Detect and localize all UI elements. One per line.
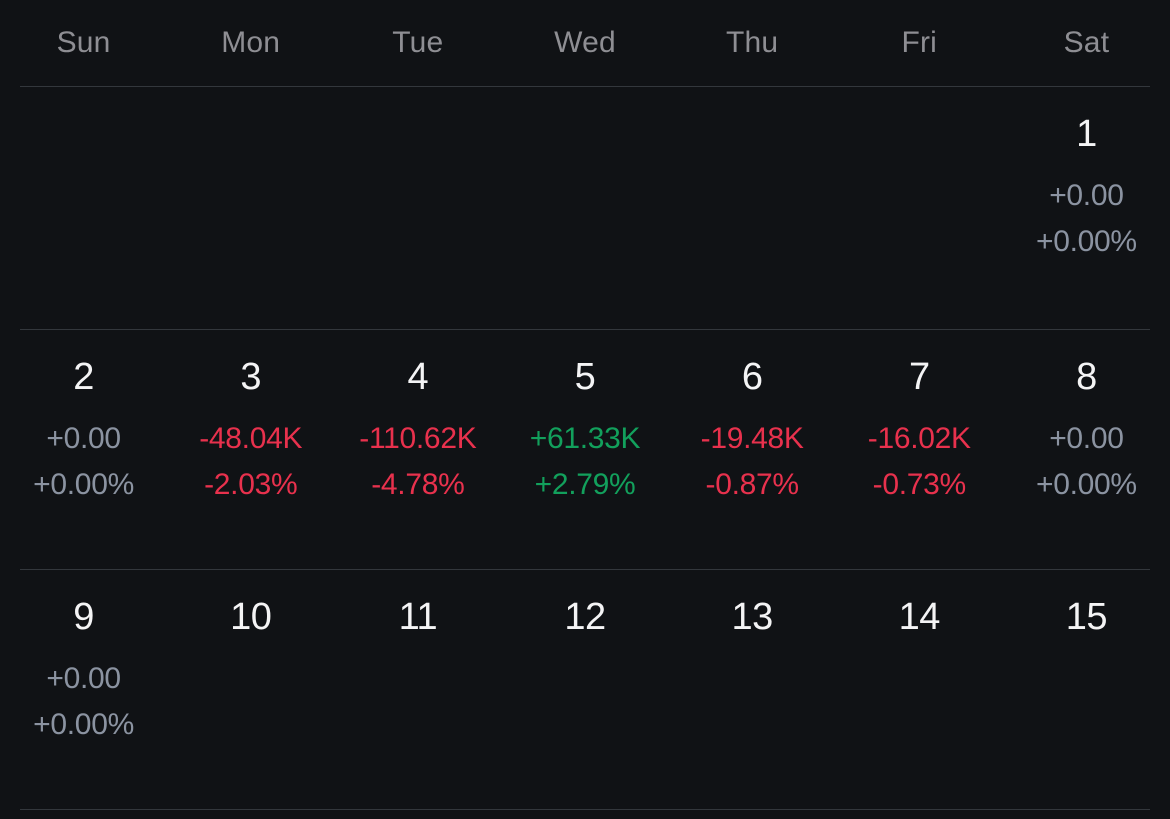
day-number: 10 <box>230 596 272 638</box>
day-percent: +0.00% <box>33 708 134 741</box>
day-number: 9 <box>73 596 94 638</box>
day-number: 3 <box>240 356 262 398</box>
day-values: -19.48K -0.87% <box>701 424 804 500</box>
day-amount: -48.04K <box>199 422 303 455</box>
weekday-label-mon: Mon <box>221 26 281 59</box>
bottom-divider <box>20 809 1150 810</box>
day-values: -110.62K -4.78% <box>359 424 476 500</box>
day-cell[interactable]: 14 <box>836 570 1003 809</box>
day-cell[interactable] <box>836 87 1003 329</box>
day-number: 15 <box>1065 596 1108 638</box>
day-number: 12 <box>564 596 606 638</box>
day-cell[interactable]: 5 +61.33K +2.79% <box>501 330 668 569</box>
day-number: 8 <box>1076 356 1097 398</box>
weekday-label-fri: Fri <box>901 26 938 59</box>
day-number: 11 <box>398 596 438 638</box>
day-cell[interactable] <box>167 87 334 329</box>
day-percent: -0.73% <box>872 468 967 501</box>
day-cell[interactable] <box>669 87 836 329</box>
day-values: -48.04K -2.03% <box>199 424 302 500</box>
day-cell[interactable] <box>334 87 501 329</box>
day-amount: -19.48K <box>700 422 804 455</box>
day-cell[interactable] <box>501 87 668 329</box>
day-cell[interactable]: 4 -110.62K -4.78% <box>334 330 501 569</box>
day-percent: +0.00% <box>1036 225 1137 258</box>
day-cell[interactable]: 10 <box>167 570 334 809</box>
day-amount: +0.00 <box>1049 179 1124 212</box>
day-cell[interactable]: 1 +0.00 +0.00% <box>1003 87 1170 329</box>
day-cell[interactable]: 3 -48.04K -2.03% <box>167 330 334 569</box>
day-amount: -110.62K <box>359 422 477 455</box>
day-number: 5 <box>574 356 596 398</box>
day-percent: +0.00% <box>33 468 134 501</box>
day-number: 1 <box>1076 113 1097 155</box>
day-amount: +61.33K <box>529 422 641 455</box>
week-row: 2 +0.00 +0.00% 3 -48.04K -2.03% 4 -110.6… <box>0 330 1170 569</box>
day-number: 14 <box>898 596 941 638</box>
day-values: +0.00 +0.00% <box>1036 181 1137 257</box>
day-percent: +0.00% <box>1036 468 1137 501</box>
weekday-header-row: Sun Mon Tue Wed Thu Fri Sat <box>0 0 1170 86</box>
day-percent: +2.79% <box>534 468 636 501</box>
day-cell[interactable]: 13 <box>669 570 836 809</box>
day-values: +0.00 +0.00% <box>1036 424 1137 500</box>
day-cell[interactable]: 7 -16.02K -0.73% <box>836 330 1003 569</box>
day-number: 2 <box>73 356 94 398</box>
day-cell[interactable]: 9 +0.00 +0.00% <box>0 570 167 809</box>
day-percent: -2.03% <box>204 468 298 501</box>
day-percent: -0.87% <box>705 468 800 501</box>
day-values: -16.02K -0.73% <box>868 424 971 500</box>
day-values: +0.00 +0.00% <box>33 424 134 500</box>
day-values: +61.33K +2.79% <box>530 424 641 500</box>
day-amount: -16.02K <box>867 422 971 455</box>
day-number: 6 <box>741 356 763 398</box>
day-cell[interactable] <box>0 87 167 329</box>
day-number: 13 <box>731 596 773 638</box>
weekday-label-thu: Thu <box>725 26 779 59</box>
day-values: +0.00 +0.00% <box>33 664 134 740</box>
day-amount: +0.00 <box>46 662 121 695</box>
weekday-label-tue: Tue <box>392 26 444 59</box>
weekday-label-sat: Sat <box>1063 26 1110 59</box>
day-cell[interactable]: 8 +0.00 +0.00% <box>1003 330 1170 569</box>
performance-calendar: Sun Mon Tue Wed Thu Fri Sat 1 +0.00 +0.0… <box>0 0 1170 819</box>
week-row: 1 +0.00 +0.00% <box>0 87 1170 329</box>
day-cell[interactable]: 2 +0.00 +0.00% <box>0 330 167 569</box>
day-number: 4 <box>407 356 429 398</box>
day-cell[interactable]: 11 <box>334 570 501 809</box>
weekday-label-sun: Sun <box>56 26 111 59</box>
day-cell[interactable]: 15 <box>1003 570 1170 809</box>
day-amount: +0.00 <box>46 422 121 455</box>
day-number: 7 <box>908 356 930 398</box>
day-cell[interactable]: 6 -19.48K -0.87% <box>669 330 836 569</box>
day-amount: +0.00 <box>1049 422 1124 455</box>
week-row: 9 +0.00 +0.00% 10 11 12 13 14 15 <box>0 570 1170 809</box>
day-cell[interactable]: 12 <box>501 570 668 809</box>
weekday-label-wed: Wed <box>554 26 616 59</box>
day-percent: -4.78% <box>371 468 465 501</box>
